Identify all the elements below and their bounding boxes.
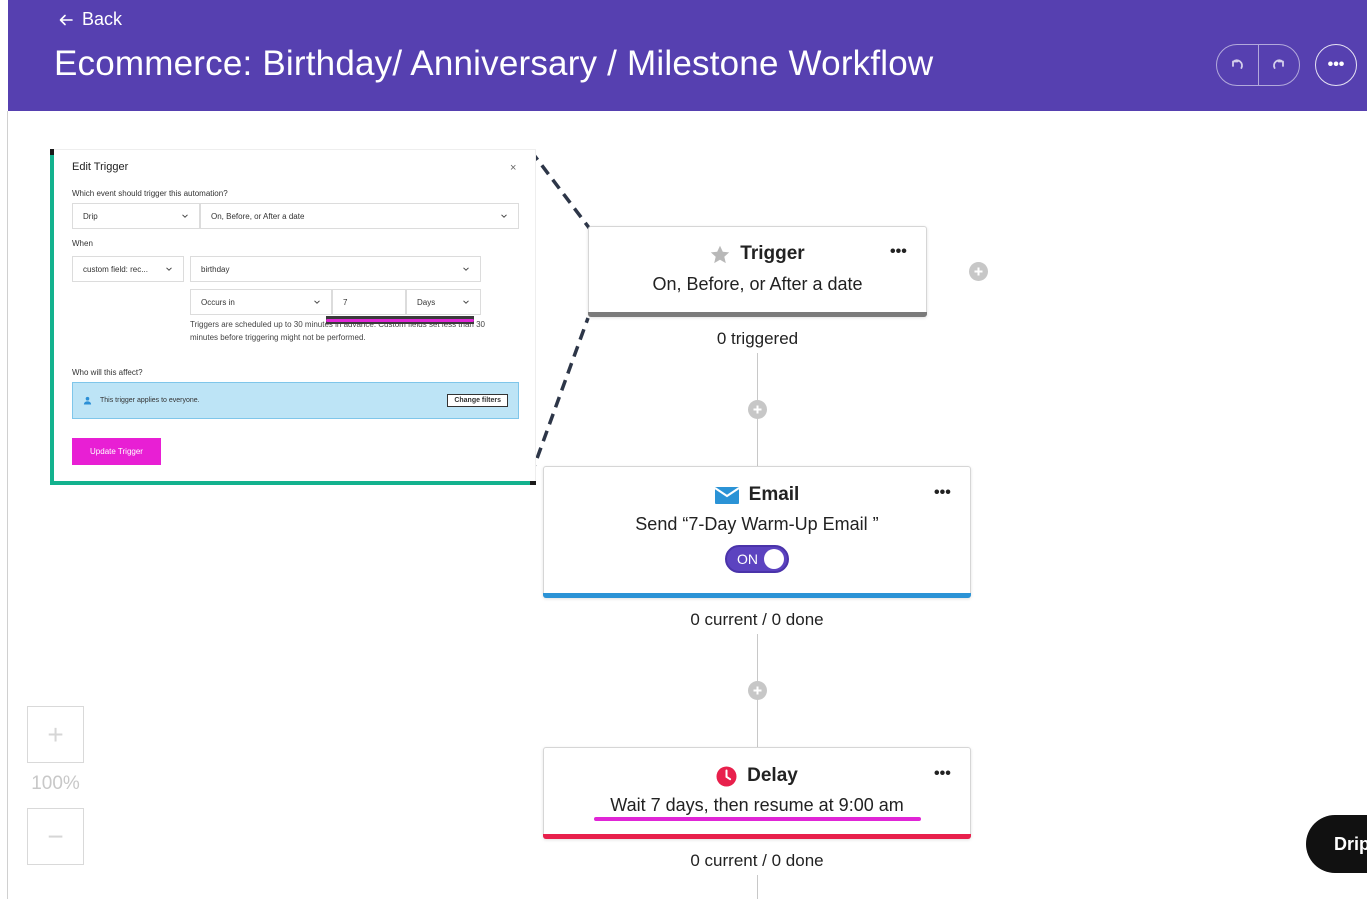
delay-subtitle: Wait 7 days, then resume at 9:00 am — [610, 795, 904, 815]
field-value-text: birthday — [201, 264, 230, 274]
audience-box: This trigger applies to everyone. Change… — [72, 382, 519, 419]
add-step-button[interactable] — [748, 400, 767, 419]
affect-question: Who will this affect? — [72, 368, 143, 377]
toggle-label: ON — [737, 551, 758, 567]
update-trigger-button[interactable]: Update Trigger — [72, 438, 161, 465]
delay-title: Delay — [747, 765, 798, 786]
email-card-header: Email — [544, 484, 970, 506]
delay-card[interactable]: Delay ••• Wait 7 days, then resume at 9:… — [543, 747, 971, 839]
clock-icon — [716, 766, 737, 786]
trigger-card-header: Trigger — [589, 243, 926, 265]
plus-icon — [753, 405, 762, 414]
field-value: custom field: rec... — [83, 264, 148, 274]
email-count: 0 current / 0 done — [690, 610, 824, 629]
trigger-card[interactable]: Trigger ••• On, Before, or After a date — [588, 226, 927, 317]
chevron-down-icon — [501, 214, 507, 218]
plus-icon — [974, 267, 983, 276]
chevron-down-icon — [166, 267, 172, 271]
zoom-out-button[interactable]: − — [27, 808, 84, 865]
change-filters-button[interactable]: Change filters — [447, 394, 508, 407]
drip-chat-button[interactable]: Drip — [1306, 815, 1367, 873]
unit-value: Days — [417, 297, 436, 307]
email-subtitle: Send “7-Day Warm-Up Email ” — [635, 514, 879, 534]
zoom-level: 100% — [31, 773, 80, 794]
email-title: Email — [748, 484, 800, 505]
trigger-title: Trigger — [740, 243, 805, 264]
delay-card-header: Delay — [544, 765, 970, 787]
field-select[interactable]: custom field: rec... — [72, 256, 184, 282]
add-step-button[interactable] — [748, 681, 767, 700]
timing-select[interactable]: Occurs in — [190, 289, 332, 315]
event-question: Which event should trigger this automati… — [72, 189, 228, 198]
drip-label: Drip — [1334, 833, 1367, 854]
person-icon — [83, 396, 92, 405]
plus-icon — [753, 686, 762, 695]
highlight-underline — [594, 817, 921, 821]
corner-marker — [50, 149, 54, 155]
event-select[interactable]: On, Before, or After a date — [200, 203, 519, 229]
close-icon[interactable]: × — [510, 162, 516, 174]
amount-input[interactable]: 7 — [332, 289, 406, 315]
chevron-down-icon — [182, 214, 188, 218]
edit-trigger-title: Edit Trigger — [72, 161, 129, 173]
audience-text: This trigger applies to everyone. — [100, 397, 200, 404]
unit-select[interactable]: Days — [406, 289, 481, 315]
email-more-icon[interactable]: ••• — [934, 484, 951, 502]
delay-count: 0 current / 0 done — [690, 851, 824, 870]
highlight-underline — [326, 319, 474, 322]
edit-trigger-panel: Edit Trigger × Which event should trigge… — [50, 149, 536, 485]
trigger-subtitle: On, Before, or After a date — [652, 274, 863, 294]
when-label: When — [72, 239, 93, 248]
toggle-knob — [764, 549, 784, 569]
envelope-icon — [714, 486, 739, 504]
chevron-down-icon — [463, 267, 469, 271]
field-value-select[interactable]: birthday — [190, 256, 481, 282]
trigger-status-bar — [588, 312, 927, 317]
zoom-in-button[interactable]: + — [27, 706, 84, 763]
flow-connector — [757, 875, 758, 899]
event-value: On, Before, or After a date — [211, 211, 305, 221]
provider-value: Drip — [83, 211, 98, 221]
trigger-count: 0 triggered — [716, 329, 799, 348]
delay-more-icon[interactable]: ••• — [934, 765, 951, 783]
chevron-down-icon — [314, 300, 320, 304]
timing-value: Occurs in — [201, 297, 235, 307]
amount-value: 7 — [343, 297, 348, 307]
email-status-bar — [543, 593, 971, 598]
provider-select[interactable]: Drip — [72, 203, 200, 229]
delay-status-bar — [543, 834, 971, 839]
star-icon — [711, 245, 730, 263]
minus-icon: − — [47, 820, 64, 852]
email-card[interactable]: Email ••• Send “7-Day Warm-Up Email ” ON — [543, 466, 971, 598]
trigger-more-icon[interactable]: ••• — [890, 243, 907, 261]
add-branch-button[interactable] — [969, 262, 988, 281]
corner-marker — [530, 481, 536, 485]
email-toggle[interactable]: ON — [725, 545, 789, 573]
plus-icon: + — [47, 718, 64, 750]
chevron-down-icon — [463, 300, 469, 304]
